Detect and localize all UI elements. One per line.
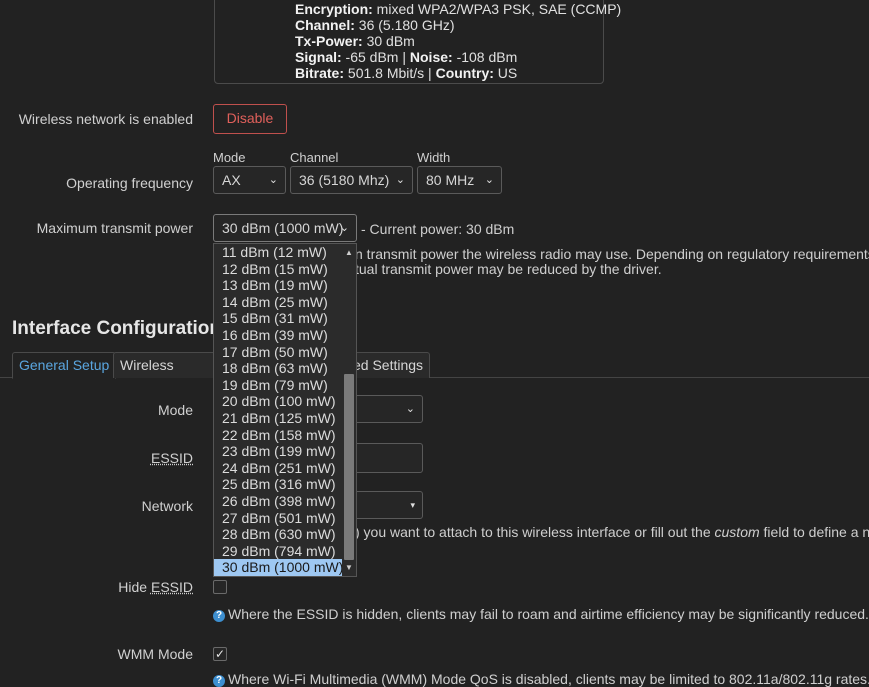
hide-essid-checkbox[interactable]	[213, 580, 227, 594]
channel-line: Channel: 36 (5.180 GHz)	[295, 17, 455, 33]
txpower-option[interactable]: 23 dBm (199 mW)	[214, 443, 342, 460]
caret-down-icon: ▾	[410, 500, 415, 510]
txpower-option[interactable]: 21 dBm (125 mW)	[214, 410, 342, 427]
txpower-option[interactable]: 14 dBm (25 mW)	[214, 294, 342, 311]
max-transmit-power-label: Maximum transmit power	[36, 220, 193, 236]
txpower-option[interactable]: 19 dBm (79 mW)	[214, 377, 342, 394]
txpower-option[interactable]: 11 dBm (12 mW)	[214, 244, 342, 261]
chevron-down-icon: ⌄	[484, 174, 494, 186]
scroll-down-arrow-icon[interactable]: ▼	[345, 563, 353, 572]
txpower-option[interactable]: 30 dBm (1000 mW)	[214, 559, 343, 576]
txpower-option[interactable]: 17 dBm (50 mW)	[214, 344, 342, 361]
chevron-down-icon: ⌄	[339, 222, 349, 234]
txpower-option[interactable]: 24 dBm (251 mW)	[214, 460, 342, 477]
wireless-enabled-label: Wireless network is enabled	[18, 111, 193, 127]
hide-essid-label: Hide ESSID	[118, 579, 193, 595]
txpower-dropdown-list[interactable]: 11 dBm (12 mW) 12 dBm (15 mW) 13 dBm (19 m…	[213, 243, 357, 577]
txpower-option[interactable]: 20 dBm (100 mW)	[214, 393, 342, 410]
tab-general-setup[interactable]: General Setup	[12, 352, 117, 379]
essid-label: ESSID	[150, 450, 193, 466]
wmm-mode-label: WMM Mode	[117, 646, 193, 662]
txpower-help-line-1: n transmit power the wireless radio may …	[355, 246, 869, 262]
tab-wireless-security[interactable]: Wireless Securit	[113, 352, 227, 378]
bitrate-line: Bitrate: 501.8 Mbit/s | Country: US	[295, 65, 518, 81]
wmm-help: ? Where Wi-Fi Multimedia (WMM) Mode QoS i…	[213, 671, 869, 687]
txpower-option[interactable]: 25 dBm (316 mW)	[214, 476, 342, 493]
txpower-option[interactable]: 28 dBm (630 mW)	[214, 526, 342, 543]
txpower-option[interactable]: 16 dBm (39 mW)	[214, 327, 342, 344]
help-icon: ?	[213, 675, 225, 687]
radio-status-box: Encryption: mixed WPA2/WPA3 PSK, SAE (CC…	[214, 0, 621, 84]
width-select[interactable]: 80 MHz ⌄	[417, 166, 502, 194]
scrollbar-thumb[interactable]	[344, 374, 354, 560]
txpower-option[interactable]: 15 dBm (31 mW)	[214, 310, 342, 327]
chevron-down-icon: ⌄	[268, 174, 278, 186]
txpower-option[interactable]: 13 dBm (19 mW)	[214, 277, 342, 294]
operating-frequency-label: Operating frequency	[66, 175, 193, 191]
encryption-line: Encryption: mixed WPA2/WPA3 PSK, SAE (CC…	[295, 1, 622, 17]
chevron-down-icon: ⌄	[395, 174, 405, 186]
txpower-option[interactable]: 12 dBm (15 mW)	[214, 261, 342, 278]
txpower-options: 11 dBm (12 mW) 12 dBm (15 mW) 13 dBm (19 m…	[214, 244, 343, 576]
txpower-option[interactable]: 18 dBm (63 mW)	[214, 360, 342, 377]
mode-select[interactable]: AX ⌄	[213, 166, 286, 194]
txpower-option[interactable]: 27 dBm (501 mW)	[214, 510, 342, 527]
scroll-up-arrow-icon[interactable]: ▲	[345, 248, 353, 257]
mode-label: Mode	[157, 402, 193, 418]
wmm-mode-checkbox[interactable]: ✓	[213, 647, 227, 661]
txpower-option[interactable]: 26 dBm (398 mW)	[214, 493, 342, 510]
hide-essid-help: ? Where the ESSID is hidden, clients may …	[213, 606, 869, 622]
txpower-option[interactable]: 29 dBm (794 mW)	[214, 543, 342, 560]
chevron-down-icon: ⌄	[405, 403, 415, 415]
current-power-text: - Current power: 30 dBm	[361, 221, 515, 237]
interface-config-title: Interface Configuration	[12, 318, 222, 339]
signal-line: Signal: -65 dBm | Noise: -108 dBm	[295, 49, 518, 65]
channel-select[interactable]: 36 (5180 Mhz) ⌄	[290, 166, 413, 194]
dropdown-scrollbar[interactable]: ▲ ▼	[342, 244, 356, 576]
network-label: Network	[141, 498, 193, 514]
network-help-text: ) you want to attach to this wireless in…	[355, 524, 869, 540]
channel-column-label: Channel	[290, 150, 339, 165]
disable-button[interactable]: Disable	[213, 104, 287, 134]
mode-column-label: Mode	[213, 150, 246, 165]
txpower-option[interactable]: 22 dBm (158 mW)	[214, 427, 342, 444]
width-column-label: Width	[417, 150, 451, 165]
txpower-help-line-2: tual transmit power may be reduced by th…	[355, 261, 662, 277]
txpower-select[interactable]: 30 dBm (1000 mW) ⌄	[213, 214, 357, 242]
help-icon: ?	[213, 610, 225, 622]
txpower-line: Tx-Power: 30 dBm	[295, 33, 415, 49]
